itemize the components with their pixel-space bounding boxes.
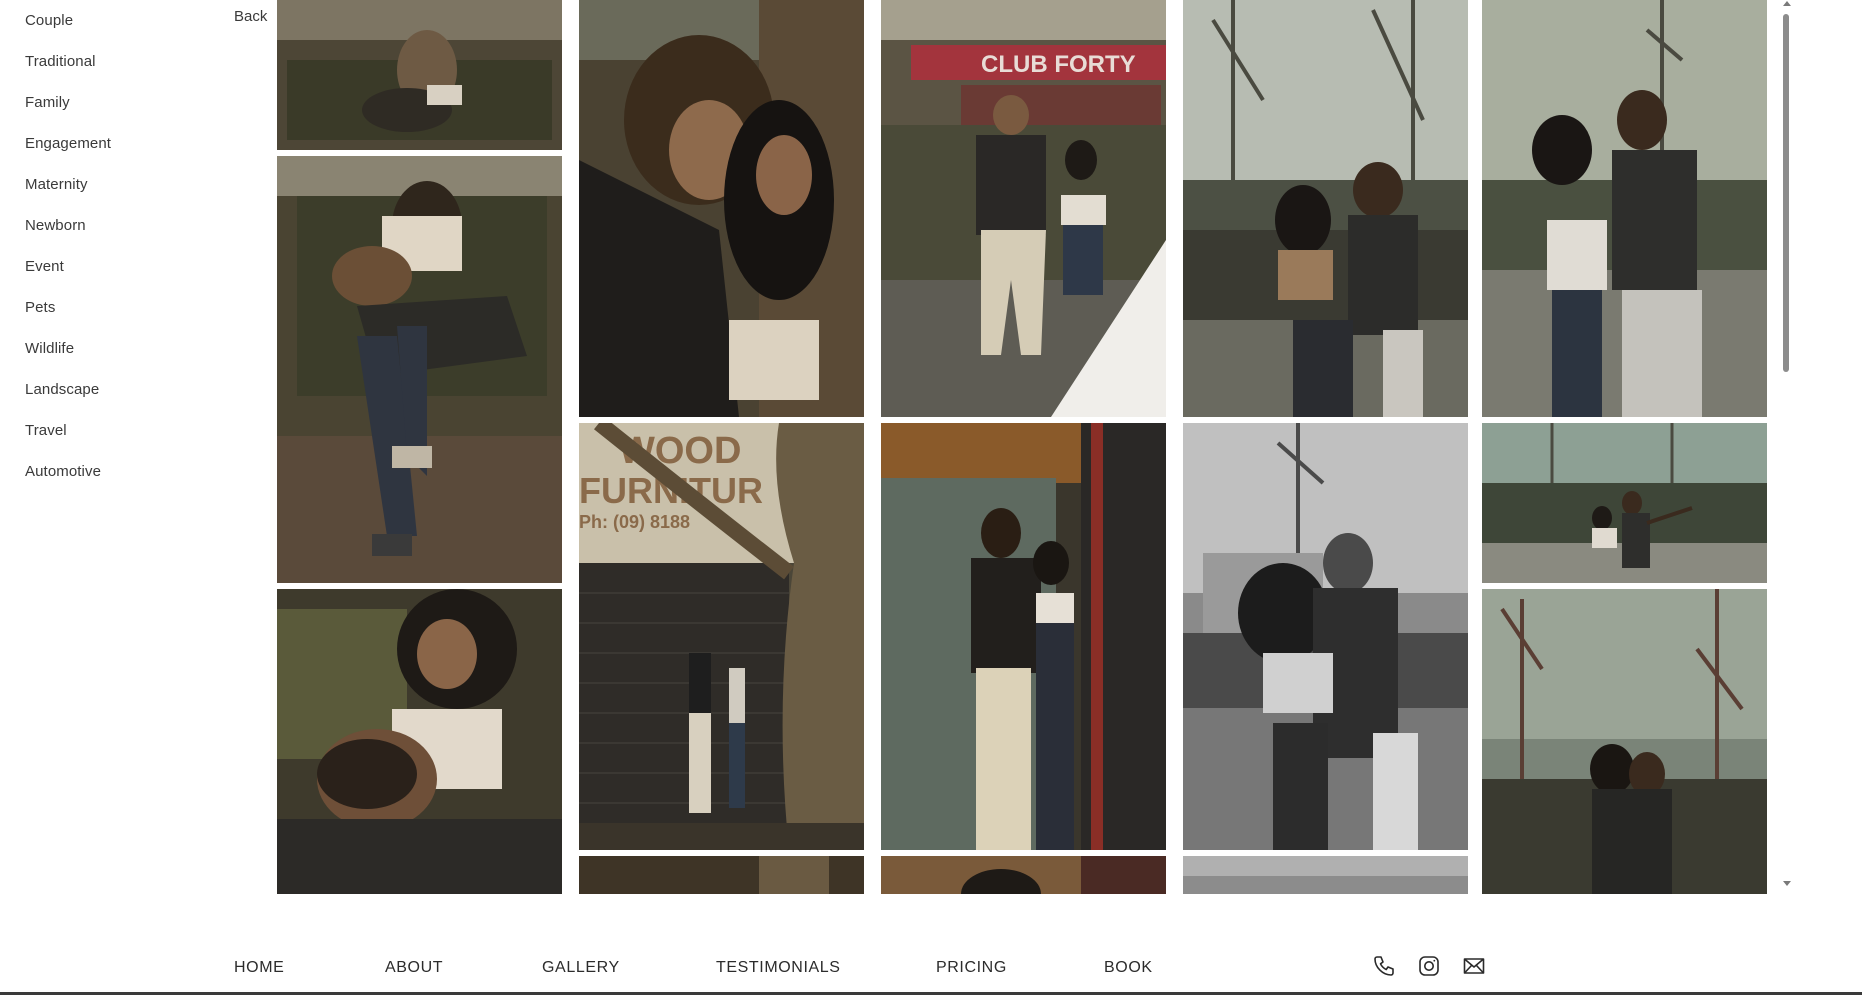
gallery-page: Couple Traditional Family Engagement Mat… [0, 0, 1862, 995]
phone-icon[interactable] [1372, 954, 1396, 978]
photo-image [579, 856, 864, 894]
category-pets[interactable]: Pets [25, 296, 205, 337]
category-travel[interactable]: Travel [25, 419, 205, 460]
photo-tile[interactable] [1183, 856, 1468, 894]
photo-image [277, 156, 562, 583]
scrollbar-thumb[interactable] [1783, 14, 1789, 372]
photo-gallery: WOOD FURNITUR Ph: (09) 8188 CLUB FORTY [277, 0, 1767, 894]
photo-tile[interactable] [579, 856, 864, 894]
category-sidebar: Couple Traditional Family Engagement Mat… [25, 9, 205, 501]
back-link[interactable]: Back [234, 8, 267, 25]
photo-tile[interactable] [579, 0, 864, 417]
photo-tile[interactable] [277, 589, 562, 894]
photo-tile[interactable] [1183, 0, 1468, 417]
scroll-down-arrow-icon[interactable] [1783, 881, 1791, 886]
category-traditional[interactable]: Traditional [25, 50, 205, 91]
svg-text:Ph: (09) 8188: Ph: (09) 8188 [579, 512, 690, 532]
instagram-icon[interactable] [1417, 954, 1441, 978]
photo-tile[interactable] [277, 0, 562, 150]
photo-tile[interactable] [1482, 0, 1767, 417]
category-automotive[interactable]: Automotive [25, 460, 205, 501]
category-wildlife[interactable]: Wildlife [25, 337, 205, 378]
gallery-scrollbar[interactable] [1780, 0, 1794, 894]
scroll-up-arrow-icon[interactable] [1783, 1, 1791, 6]
photo-tile[interactable] [1482, 589, 1767, 894]
photo-image [277, 589, 562, 894]
photo-image [277, 0, 562, 150]
photo-image [1183, 0, 1468, 417]
photo-tile[interactable] [881, 423, 1166, 850]
photo-tile[interactable] [881, 856, 1166, 894]
category-couple[interactable]: Couple [25, 9, 205, 50]
photo-tile[interactable] [1482, 423, 1767, 583]
photo-image [1482, 423, 1767, 583]
photo-image: WOOD FURNITUR Ph: (09) 8188 [579, 423, 864, 850]
nav-gallery[interactable]: GALLERY [542, 959, 620, 977]
photo-tile[interactable] [277, 156, 562, 583]
photo-image [1183, 423, 1468, 850]
mail-icon[interactable] [1462, 954, 1486, 978]
photo-image [1482, 589, 1767, 894]
nav-pricing[interactable]: PRICING [936, 959, 1007, 977]
nav-testimonials[interactable]: TESTIMONIALS [716, 959, 841, 977]
photo-image [1183, 856, 1468, 894]
photo-image: CLUB FORTY [881, 0, 1166, 417]
photo-tile[interactable]: CLUB FORTY [881, 0, 1166, 417]
category-engagement[interactable]: Engagement [25, 132, 205, 173]
category-family[interactable]: Family [25, 91, 205, 132]
photo-image [579, 0, 864, 417]
photo-tile[interactable] [1183, 423, 1468, 850]
footer-nav: HOME ABOUT GALLERY TESTIMONIALS PRICING … [0, 940, 1862, 995]
nav-home[interactable]: HOME [234, 959, 284, 977]
category-landscape[interactable]: Landscape [25, 378, 205, 419]
category-newborn[interactable]: Newborn [25, 214, 205, 255]
category-maternity[interactable]: Maternity [25, 173, 205, 214]
photo-image [1482, 0, 1767, 417]
nav-about[interactable]: ABOUT [385, 959, 443, 977]
nav-book[interactable]: BOOK [1104, 959, 1153, 977]
category-event[interactable]: Event [25, 255, 205, 296]
photo-image [881, 856, 1166, 894]
photo-image [881, 423, 1166, 850]
svg-text:CLUB FORTY: CLUB FORTY [981, 51, 1136, 78]
photo-tile[interactable]: WOOD FURNITUR Ph: (09) 8188 [579, 423, 864, 850]
